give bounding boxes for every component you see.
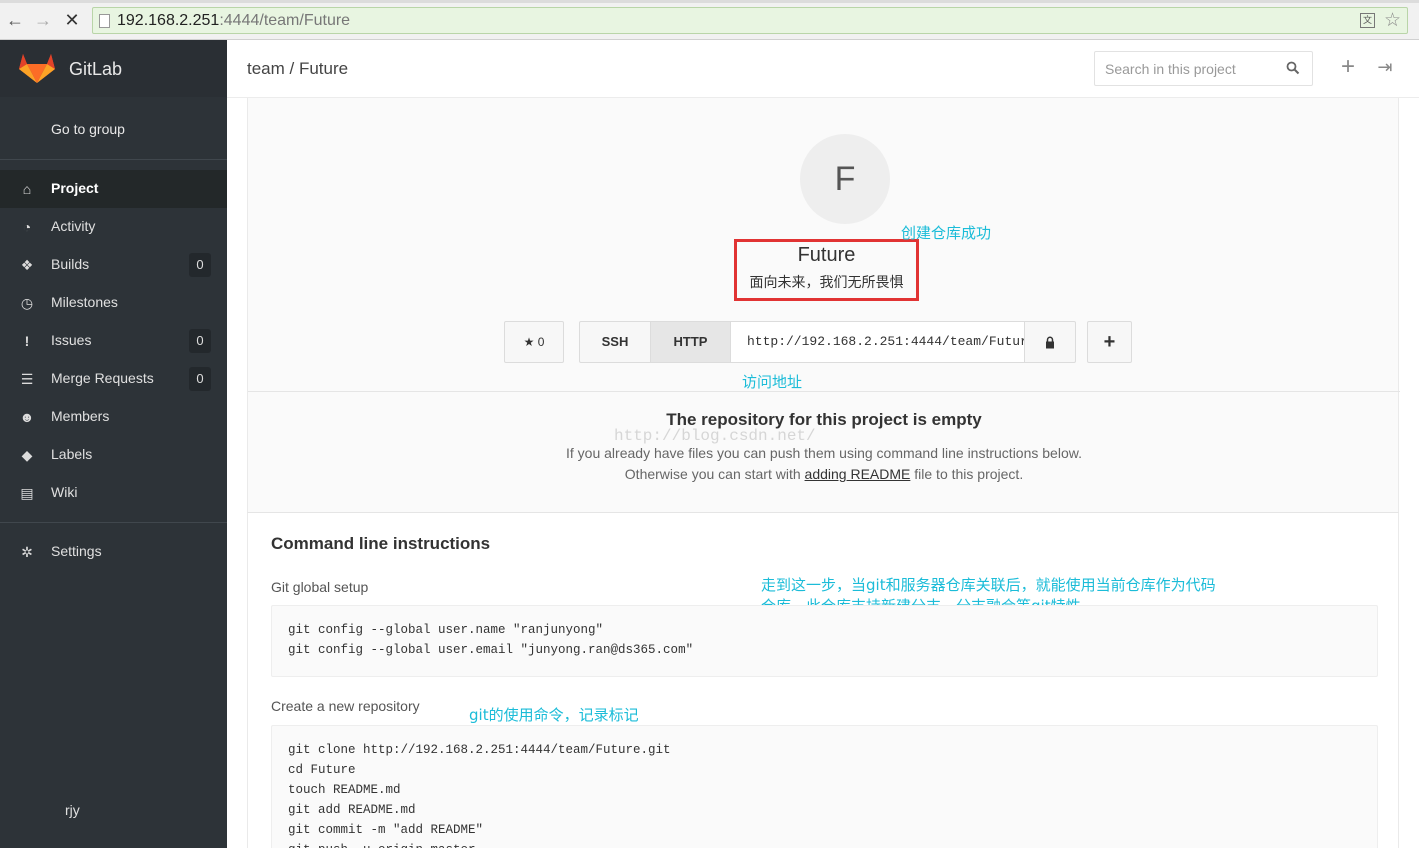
sidebar-item-label: Issues [51, 332, 92, 348]
book-icon: ▤ [20, 485, 34, 501]
sidebar-item-milestones[interactable]: ◷ Milestones [0, 284, 227, 322]
sidebar-item-label: Settings [51, 543, 102, 559]
address-bar[interactable]: 192.168.2.251:4444/team/Future 文 ☆ [92, 7, 1408, 34]
search-icon[interactable] [1286, 61, 1300, 75]
gitlab-logo-icon[interactable] [18, 50, 56, 84]
page-icon [99, 14, 110, 28]
count-badge: 0 [189, 329, 211, 353]
divider [248, 391, 1400, 392]
sidebar-item-label: Merge Requests [51, 370, 154, 386]
go-to-group-link[interactable]: Go to group [51, 121, 125, 137]
empty-repo-line2: Otherwise you can start with adding READ… [624, 466, 1024, 482]
annotation-created: 创建仓库成功 [901, 224, 992, 242]
sidebar-item-label: Labels [51, 446, 93, 462]
users-icon: ☻ [19, 409, 35, 425]
breadcrumb[interactable]: team / Future [247, 59, 348, 79]
sidebar-item-wiki[interactable]: ▤ Wiki [0, 474, 227, 512]
annotation-usage: git的使用命令，记录标记 [469, 706, 639, 724]
sidebar-item-labels[interactable]: ◆ Labels [0, 436, 227, 474]
sidebar-item-label: Milestones [51, 294, 118, 310]
section-title: Command line instructions [271, 534, 491, 553]
list-icon: ☰ [20, 371, 34, 387]
git-global-setup-label: Git global setup [271, 579, 369, 595]
sidebar-item-settings[interactable]: ✲ Settings [0, 533, 227, 571]
home-icon: ⌂ [22, 181, 32, 197]
sidebar-item-label: Builds [51, 256, 90, 272]
sidebar-item-issues[interactable]: ! Issues 0 [0, 322, 227, 360]
search-placeholder: Search in this project [1105, 61, 1236, 77]
stop-icon[interactable]: ✕ [62, 10, 82, 30]
brand[interactable]: GitLab [0, 40, 227, 97]
brand-name[interactable]: GitLab [69, 59, 122, 80]
sidebar-item-members[interactable]: ☻ Members [0, 398, 227, 436]
main-content: F Future 面向未来，我们无所畏惧 创建仓库成功 ★ 0 SSH HTTP… [227, 98, 1419, 848]
translate-icon[interactable]: 文 [1360, 13, 1375, 28]
tab-strip [0, 0, 1419, 3]
sidebar-item-label: Project [51, 180, 99, 196]
exclamation-icon: ! [24, 333, 30, 349]
annotation-access: 访问地址 [742, 373, 803, 391]
project-avatar: F [800, 134, 890, 224]
divider [0, 522, 227, 523]
tags-icon: ◆ [21, 447, 33, 463]
top-header: team / Future Search in this project + ⇥ [227, 40, 1419, 98]
command-line-section: Command line instructions Git global set… [247, 512, 1399, 848]
empty-repo-line1: If you already have files you can push t… [566, 445, 1082, 461]
project-home-panel: F Future 面向未来，我们无所畏惧 创建仓库成功 ★ 0 SSH HTTP… [247, 98, 1400, 512]
divider [0, 159, 227, 160]
sidebar: GitLab Go to group ⌂ Project ◔ Activity … [0, 40, 227, 848]
sidebar-item-merge-requests[interactable]: ☰ Merge Requests 0 [0, 360, 227, 398]
ssh-button[interactable]: SSH [579, 321, 651, 363]
user-name[interactable]: rjy [65, 802, 80, 818]
count-badge: 0 [189, 367, 211, 391]
sign-out-icon[interactable]: ⇥ [1375, 57, 1395, 77]
create-repo-label: Create a new repository [271, 698, 420, 714]
star-button[interactable]: ★ 0 [504, 321, 564, 363]
project-description: 面向未来，我们无所畏惧 [749, 275, 904, 291]
sidebar-item-activity[interactable]: ◔ Activity [0, 208, 227, 246]
http-button[interactable]: HTTP [650, 321, 731, 363]
watermark: http://blog.csdn.net/ [614, 427, 816, 445]
create-repo-code: git clone http://192.168.2.251:4444/team… [271, 725, 1378, 848]
clock-icon: ◷ [20, 295, 34, 311]
sidebar-item-builds[interactable]: ❖ Builds 0 [0, 246, 227, 284]
global-setup-code: git config --global user.name "ranjunyon… [271, 605, 1378, 677]
url-text[interactable]: 192.168.2.251:4444/team/Future [117, 12, 350, 30]
sidebar-item-label: Activity [51, 218, 96, 234]
clone-url-input[interactable]: http://192.168.2.251:4444/team/Future.gi… [731, 321, 1025, 363]
lock-icon[interactable] [1024, 321, 1076, 363]
padlock-glyph [1046, 336, 1054, 349]
count-badge: 0 [189, 253, 211, 277]
adding-readme-link[interactable]: adding README [805, 466, 911, 482]
cogs-icon: ✲ [21, 544, 33, 560]
back-icon[interactable]: ← [5, 10, 25, 30]
bookmark-star-icon[interactable]: ☆ [1384, 9, 1401, 32]
plus-icon[interactable]: + [1338, 55, 1358, 79]
cubes-icon: ❖ [20, 257, 34, 273]
sidebar-item-label: Members [51, 408, 110, 424]
sidebar-item-project[interactable]: ⌂ Project [0, 170, 227, 208]
search-input[interactable]: Search in this project [1094, 51, 1313, 86]
empty-repo-title: The repository for this project is empty [666, 410, 982, 429]
annotation-link-note-1: 走到这一步，当git和服务器仓库关联后，就能使用当前仓库作为代码 [761, 576, 1216, 594]
browser-chrome: ← → ✕ 192.168.2.251:4444/team/Future 文 ☆ [0, 0, 1419, 40]
dashboard-icon: ◔ [22, 219, 32, 235]
forward-icon[interactable]: → [33, 10, 53, 30]
sidebar-item-label: Wiki [51, 484, 78, 500]
project-title: Future [797, 244, 856, 266]
add-button[interactable]: + [1087, 321, 1132, 363]
